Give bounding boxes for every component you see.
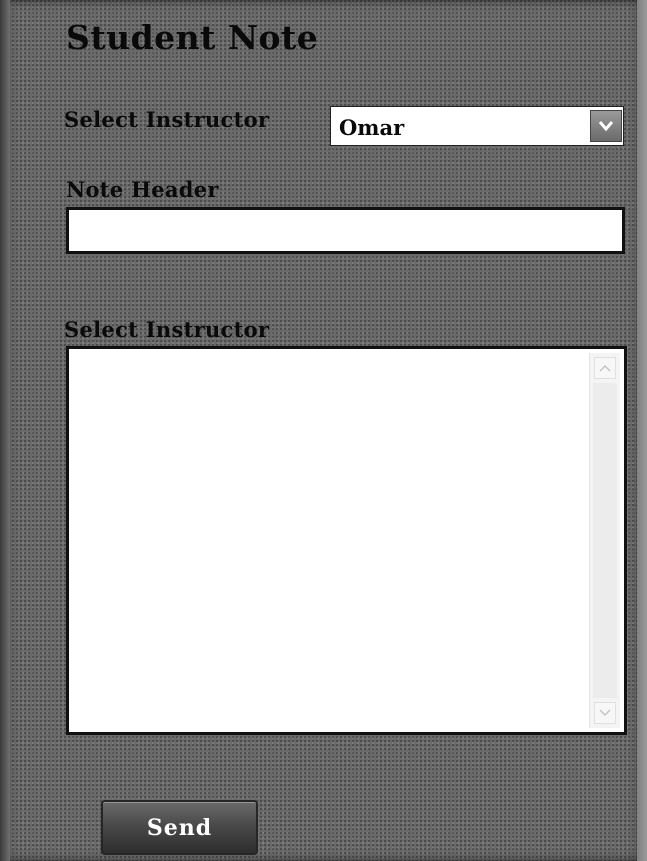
- note-body-scrollbar[interactable]: [589, 353, 620, 728]
- instructor-select[interactable]: Omar: [330, 106, 624, 146]
- note-body-label: Select Instructor: [64, 317, 270, 342]
- instructor-select-value: Omar: [339, 115, 405, 140]
- scroll-track[interactable]: [593, 383, 617, 698]
- note-header-label: Note Header: [66, 177, 219, 202]
- scroll-down-button[interactable]: [594, 702, 616, 724]
- chevron-up-icon: [599, 364, 611, 372]
- student-note-panel: Student Note Select Instructor Omar Note…: [0, 0, 647, 861]
- note-body-textarea[interactable]: [69, 349, 589, 732]
- panel-right-edge: [637, 0, 647, 861]
- chevron-down-icon: [599, 709, 611, 717]
- scroll-up-button[interactable]: [594, 357, 616, 379]
- page-title: Student Note: [66, 18, 319, 57]
- send-button[interactable]: Send: [101, 800, 258, 855]
- chevron-down-icon[interactable]: [590, 110, 622, 142]
- note-header-input[interactable]: [66, 207, 625, 254]
- note-body-field: [66, 346, 627, 735]
- instructor-label: Select Instructor: [64, 107, 270, 132]
- panel-left-edge: [0, 0, 10, 861]
